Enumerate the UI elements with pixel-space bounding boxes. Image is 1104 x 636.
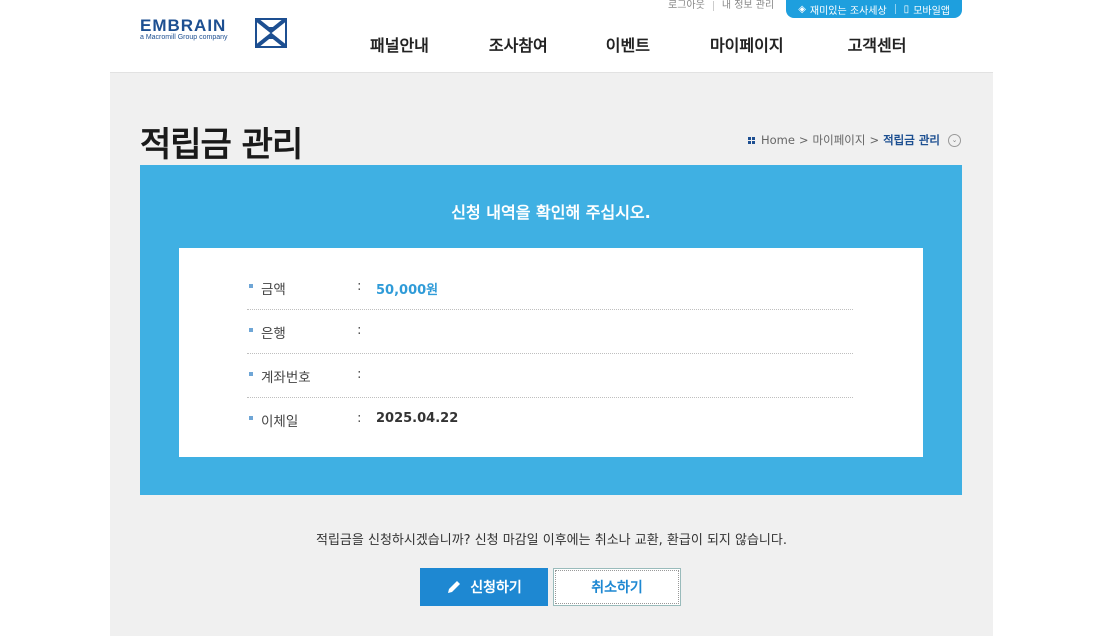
logout-link[interactable]: 로그아웃	[660, 1, 714, 11]
breadcrumb-parent[interactable]: 마이페이지	[813, 132, 866, 148]
pencil-icon	[448, 581, 461, 593]
detail-row-account: 계좌번호 :	[247, 354, 853, 398]
detail-row-bank: 은행 :	[247, 310, 853, 354]
confirm-details-card: 금액 : 50,000원 은행 : 계좌번호 : 이체일 : 2025.04.2…	[179, 248, 923, 457]
fun-survey-link[interactable]: 재미있는 조사세상	[810, 2, 887, 17]
detail-label: 은행	[261, 326, 286, 342]
breadcrumb-home[interactable]: Home	[761, 133, 795, 147]
nav-event[interactable]: 이벤트	[606, 32, 650, 56]
apply-button[interactable]: 신청하기	[420, 568, 548, 606]
my-info-link[interactable]: 내 정보 관리	[714, 1, 782, 11]
breadcrumb: Home > 마이페이지 > 적립금 관리 ⌄	[747, 132, 961, 148]
mobile-icon: ▯	[903, 3, 910, 15]
utility-menu: 로그아웃 내 정보 관리 ◈ 재미있는 조사세상 ▯ 모바일앱	[660, 0, 962, 18]
confirm-panel: 신청 내역을 확인해 주십시오. 금액 : 50,000원 은행 : 계좌번호 …	[140, 165, 962, 495]
detail-row-amount: 금액 : 50,000원	[247, 266, 853, 310]
pill-divider	[894, 4, 896, 14]
page-title: 적립금 관리	[140, 125, 303, 165]
detail-colon: :	[357, 322, 362, 338]
nav-survey[interactable]: 조사참여	[489, 32, 548, 56]
bullet-icon	[249, 372, 253, 376]
embrain-logo[interactable]: EMBRAIN a Macromill Group company	[140, 16, 290, 52]
apply-button-label: 신청하기	[470, 580, 522, 596]
detail-value: 2025.04.22	[376, 411, 459, 426]
nav-mypage[interactable]: 마이페이지	[710, 32, 784, 56]
breadcrumb-current: 적립금 관리	[883, 133, 940, 147]
cancel-button[interactable]: 취소하기	[553, 568, 681, 606]
detail-label: 이체일	[261, 414, 299, 430]
detail-label: 금액	[261, 282, 286, 298]
cancel-button-label: 취소하기	[591, 580, 643, 596]
detail-value: 50,000원	[376, 283, 439, 298]
bullet-icon	[249, 328, 253, 332]
breadcrumb-sep: >	[798, 133, 809, 147]
logo-mark-icon	[255, 18, 287, 48]
home-grid-icon	[747, 136, 755, 144]
layers-icon: ◈	[798, 3, 806, 15]
main-nav: 패널안내 조사참여 이벤트 마이페이지 고객센터	[370, 32, 906, 56]
logo-sub: a Macromill Group company	[140, 34, 228, 41]
mobile-app-link[interactable]: 모바일앱	[913, 2, 950, 17]
detail-label: 계좌번호	[261, 370, 311, 386]
detail-colon: :	[357, 366, 362, 382]
chevron-down-icon[interactable]: ⌄	[948, 133, 961, 147]
detail-colon: :	[357, 278, 362, 294]
confirm-heading: 신청 내역을 확인해 주십시오.	[451, 203, 651, 222]
nav-customer-center[interactable]: 고객센터	[848, 32, 907, 56]
breadcrumb-sep: >	[869, 133, 880, 147]
bullet-icon	[249, 284, 253, 288]
detail-row-transfer-date: 이체일 : 2025.04.22	[247, 398, 853, 442]
quick-links-pill: ◈ 재미있는 조사세상 ▯ 모바일앱	[786, 0, 962, 18]
main-content: 적립금 관리 Home > 마이페이지 > 적립금 관리 ⌄ 신청 내역을 확인…	[110, 72, 993, 636]
site-header: EMBRAIN a Macromill Group company 로그아웃 내…	[0, 0, 1104, 72]
bullet-icon	[249, 416, 253, 420]
nav-panel-info[interactable]: 패널안내	[370, 32, 429, 56]
confirm-notice: 적립금을 신청하시겠습니까? 신청 마감일 이후에는 취소나 교환, 환급이 되…	[316, 533, 787, 548]
logo-name: EMBRAIN	[140, 16, 227, 35]
detail-colon: :	[357, 410, 362, 426]
